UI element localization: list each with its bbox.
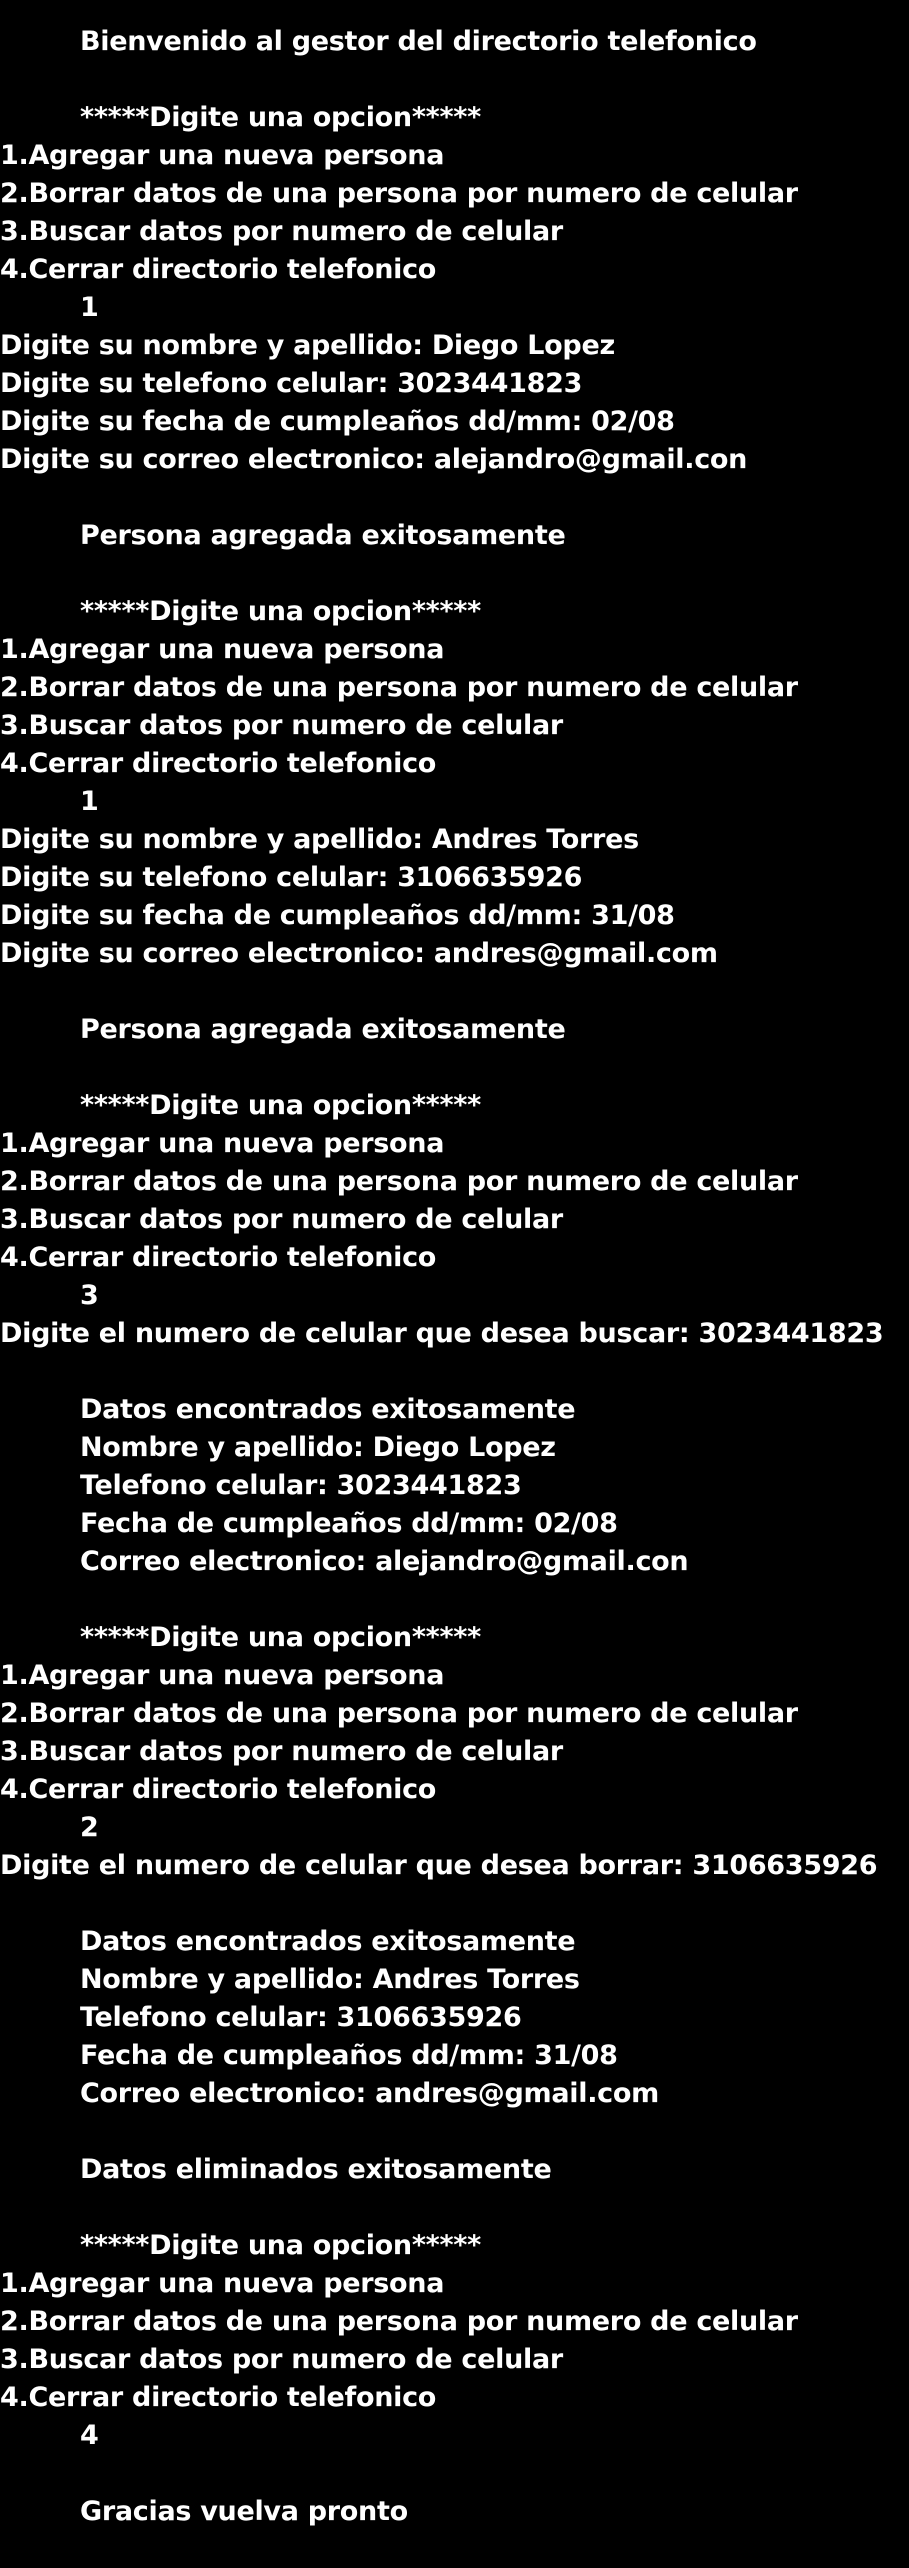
console-line: Bienvenido al gestor del directorio tele… bbox=[80, 26, 757, 57]
console-line: Telefono celular: 3023441823 bbox=[80, 1470, 522, 1501]
console-line: 2.Borrar datos de una persona por numero… bbox=[0, 1166, 798, 1197]
console-line: Persona agregada exitosamente bbox=[80, 520, 566, 551]
console-line: 3.Buscar datos por numero de celular bbox=[0, 216, 563, 247]
console-line: 2.Borrar datos de una persona por numero… bbox=[0, 178, 798, 209]
console-line: Correo electronico: alejandro@gmail.con bbox=[80, 1546, 689, 1577]
console-line: Datos encontrados exitosamente bbox=[80, 1394, 576, 1425]
console-line: Fecha de cumpleaños dd/mm: 02/08 bbox=[80, 1508, 618, 1539]
console-line: 1.Agregar una nueva persona bbox=[0, 2268, 445, 2299]
console-line: 4.Cerrar directorio telefonico bbox=[0, 254, 437, 285]
console-line: 4 bbox=[80, 2420, 99, 2451]
console-line: 3 bbox=[80, 1280, 99, 1311]
console-line: Correo electronico: andres@gmail.com bbox=[80, 2078, 659, 2109]
console-line: 2.Borrar datos de una persona por numero… bbox=[0, 672, 798, 703]
console-line: 1 bbox=[80, 292, 99, 323]
console-line: *****Digite una opcion***** bbox=[80, 2230, 481, 2261]
console-line: Digite su fecha de cumpleaños dd/mm: 31/… bbox=[0, 900, 675, 931]
console-line: Digite su nombre y apellido: Andres Torr… bbox=[0, 824, 639, 855]
console-line: 3.Buscar datos por numero de celular bbox=[0, 2344, 563, 2375]
console-line: 3.Buscar datos por numero de celular bbox=[0, 1736, 563, 1767]
console-line: 2 bbox=[80, 1812, 99, 1843]
console-line: Digite su fecha de cumpleaños dd/mm: 02/… bbox=[0, 406, 675, 437]
console-line: *****Digite una opcion***** bbox=[80, 596, 481, 627]
console-line: Nombre y apellido: Andres Torres bbox=[80, 1964, 580, 1995]
console-line: 1.Agregar una nueva persona bbox=[0, 1128, 445, 1159]
console-line: Digite su correo electronico: andres@gma… bbox=[0, 938, 718, 969]
console-line: Digite su nombre y apellido: Diego Lopez bbox=[0, 330, 615, 361]
console-line: Datos eliminados exitosamente bbox=[80, 2154, 552, 2185]
console-line: 3.Buscar datos por numero de celular bbox=[0, 710, 563, 741]
console-line: 1 bbox=[80, 786, 99, 817]
console-line: *****Digite una opcion***** bbox=[80, 1622, 481, 1653]
console-line: 4.Cerrar directorio telefonico bbox=[0, 748, 437, 779]
console-line: Nombre y apellido: Diego Lopez bbox=[80, 1432, 556, 1463]
console-line: 4.Cerrar directorio telefonico bbox=[0, 2382, 437, 2413]
console-line: 4.Cerrar directorio telefonico bbox=[0, 1774, 437, 1805]
console-line: 1.Agregar una nueva persona bbox=[0, 1660, 445, 1691]
console-line: 1.Agregar una nueva persona bbox=[0, 634, 445, 665]
console-line: Datos encontrados exitosamente bbox=[80, 1926, 576, 1957]
console-line: Digite su correo electronico: alejandro@… bbox=[0, 444, 748, 475]
console-line: 2.Borrar datos de una persona por numero… bbox=[0, 2306, 798, 2337]
console-line: Digite su telefono celular: 3106635926 bbox=[0, 862, 583, 893]
console-line: Persona agregada exitosamente bbox=[80, 1014, 566, 1045]
console-line: Digite el numero de celular que desea bo… bbox=[0, 1850, 878, 1881]
console-line: *****Digite una opcion***** bbox=[80, 1090, 481, 1121]
console-line: Telefono celular: 3106635926 bbox=[80, 2002, 522, 2033]
console-line: 2.Borrar datos de una persona por numero… bbox=[0, 1698, 798, 1729]
console-line: Fecha de cumpleaños dd/mm: 31/08 bbox=[80, 2040, 618, 2071]
console-line: *****Digite una opcion***** bbox=[80, 102, 481, 133]
console-line: 4.Cerrar directorio telefonico bbox=[0, 1242, 437, 1273]
console-line: 1.Agregar una nueva persona bbox=[0, 140, 445, 171]
console-line: Digite el numero de celular que desea bu… bbox=[0, 1318, 884, 1349]
console-line: 3.Buscar datos por numero de celular bbox=[0, 1204, 563, 1235]
console-line: Digite su telefono celular: 3023441823 bbox=[0, 368, 583, 399]
console-output: Bienvenido al gestor del directorio tele… bbox=[0, 0, 909, 2568]
console-line: Gracias vuelva pronto bbox=[80, 2496, 408, 2527]
